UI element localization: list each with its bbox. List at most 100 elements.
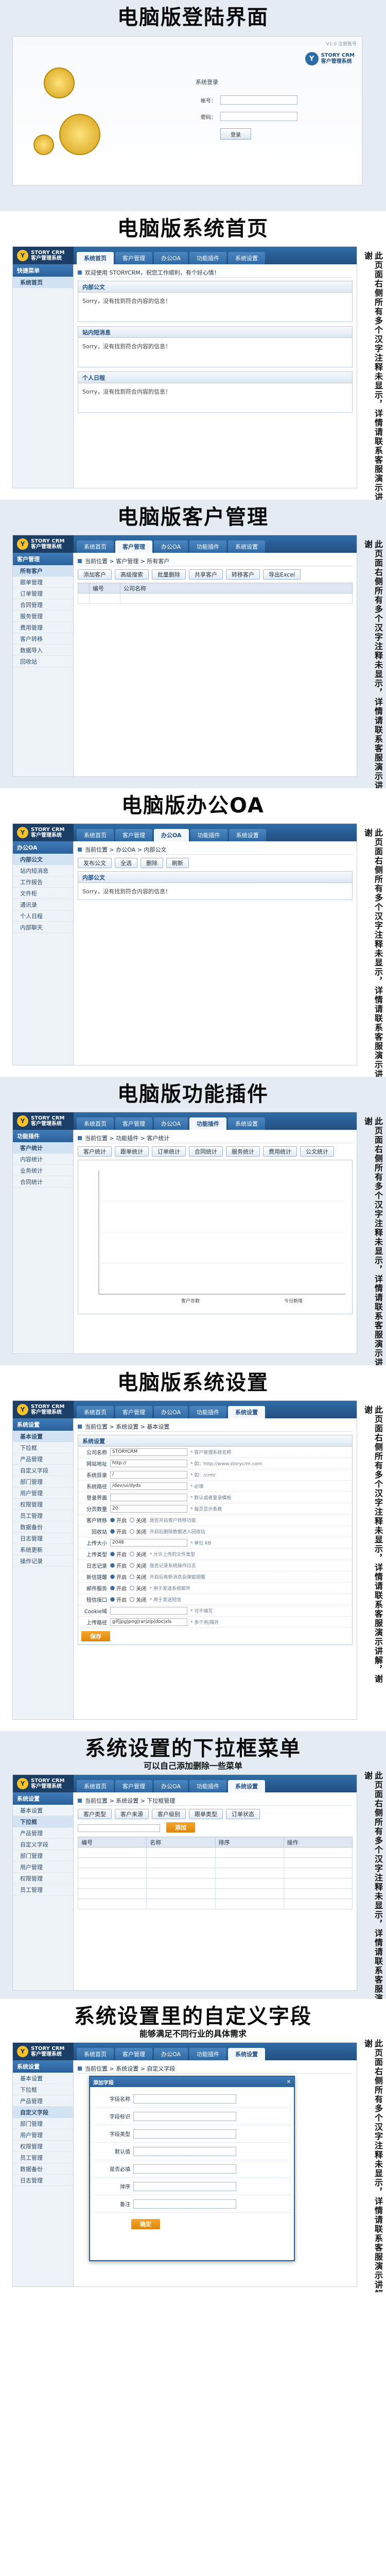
- tab-home[interactable]: 系统首页: [77, 1117, 114, 1130]
- modal-row-input[interactable]: [133, 2181, 236, 2191]
- sidebar-item-business-stats[interactable]: 业务统计: [13, 1165, 73, 1176]
- tab-settings[interactable]: 系统设置: [228, 1406, 265, 1418]
- settings-row-input[interactable]: [110, 1607, 187, 1615]
- tab-customer[interactable]: 客户管理: [115, 1117, 152, 1130]
- type-tab-customer-type[interactable]: 客户类型: [78, 1809, 112, 1819]
- tab-oa[interactable]: 办公OA: [154, 1117, 188, 1130]
- type-tab-level[interactable]: 客户级别: [152, 1809, 186, 1819]
- sidebar-item-staff[interactable]: 员工管理: [13, 1884, 73, 1895]
- tab-oa[interactable]: 办公OA: [154, 1406, 188, 1418]
- tab-settings[interactable]: 系统设置: [228, 1780, 265, 1792]
- tab-plugin[interactable]: 功能插件: [189, 2048, 226, 2060]
- sidebar-item-backup[interactable]: 数据备份: [13, 2163, 73, 2175]
- tab-home[interactable]: 系统首页: [77, 252, 114, 264]
- sidebar-item-users[interactable]: 用户管理: [13, 1861, 73, 1873]
- tab-plugin[interactable]: 功能插件: [189, 1780, 226, 1792]
- sidebar-item-docs[interactable]: 内部公文: [13, 854, 73, 865]
- settings-row-input[interactable]: gif|jpg|png|rar|zip|doc|xls: [110, 1618, 187, 1626]
- tab-oa[interactable]: 办公OA: [154, 540, 188, 553]
- dropdown-name-input[interactable]: [78, 1824, 160, 1832]
- sidebar-item-all-customers[interactable]: 所有客户: [13, 565, 73, 577]
- sidebar-item-departments[interactable]: 部门管理: [13, 1476, 73, 1487]
- radio-off[interactable]: 关闭: [130, 1516, 146, 1524]
- tab-home[interactable]: 系统首页: [77, 829, 114, 841]
- save-button[interactable]: 保存: [81, 1631, 110, 1641]
- sidebar-item-contacts[interactable]: 通讯录: [13, 899, 73, 910]
- sidebar-item-update[interactable]: 系统更新: [13, 1544, 73, 1555]
- modal-row-input[interactable]: [133, 2111, 236, 2121]
- radio-off[interactable]: 关闭: [130, 1562, 146, 1569]
- modal-row-input[interactable]: [133, 2129, 236, 2139]
- tab-oa[interactable]: 办公OA: [154, 1780, 188, 1792]
- sidebar-item-service[interactable]: 服务管理: [13, 611, 73, 622]
- transfer-customer-button[interactable]: 转移客户: [226, 569, 260, 580]
- tab-oa[interactable]: 办公OA: [154, 252, 188, 264]
- radio-on[interactable]: 开启: [110, 1573, 127, 1581]
- tab-home[interactable]: 系统首页: [77, 1780, 114, 1792]
- modal-row-input[interactable]: [133, 2146, 236, 2156]
- sidebar-item-content-stats[interactable]: 内容统计: [13, 1154, 73, 1165]
- radio-on[interactable]: 开启: [110, 1528, 127, 1535]
- tab-plugin[interactable]: 功能插件: [189, 1117, 226, 1130]
- select-all-button[interactable]: 全选: [115, 858, 137, 868]
- settings-row-input[interactable]: [110, 1494, 187, 1501]
- sidebar-item-products[interactable]: 产品管理: [13, 2095, 73, 2107]
- sidebar-item-products[interactable]: 产品管理: [13, 1453, 73, 1465]
- tab-customer[interactable]: 客户管理: [115, 252, 152, 264]
- radio-off[interactable]: 关闭: [130, 1573, 146, 1581]
- share-customer-button[interactable]: 共享客户: [189, 569, 223, 580]
- sidebar-item-reports[interactable]: 工作报告: [13, 876, 73, 888]
- tab-customer[interactable]: 客户管理: [115, 1780, 152, 1792]
- modal-confirm-button[interactable]: 确定: [131, 2219, 160, 2229]
- radio-off[interactable]: 关闭: [130, 1596, 146, 1603]
- tab-settings[interactable]: 系统设置: [228, 540, 265, 553]
- sidebar-item-contract-stats[interactable]: 合同统计: [13, 1176, 73, 1188]
- batch-delete-button[interactable]: 批量删除: [152, 569, 186, 580]
- modal-row-input[interactable]: [133, 2094, 236, 2104]
- sidebar-item-messages[interactable]: 站内短消息: [13, 865, 73, 876]
- sidebar-item-schedule[interactable]: 个人日程: [13, 910, 73, 922]
- sidebar-item-contracts[interactable]: 合同管理: [13, 599, 73, 611]
- password-input[interactable]: [220, 112, 297, 121]
- add-customer-button[interactable]: 添加客户: [78, 569, 112, 580]
- radio-off[interactable]: 关闭: [130, 1550, 146, 1558]
- sidebar-item-departments[interactable]: 部门管理: [13, 2118, 73, 2129]
- sidebar-item-custom-fields[interactable]: 自定义字段: [13, 2107, 73, 2118]
- sidebar-item-departments[interactable]: 部门管理: [13, 1850, 73, 1861]
- chart-tab-follow[interactable]: 跟单统计: [115, 1146, 149, 1157]
- sidebar-item-chat[interactable]: 内部聊天: [13, 922, 73, 933]
- settings-row-input[interactable]: /: [110, 1471, 187, 1479]
- sidebar-item-permissions[interactable]: 权限管理: [13, 2141, 73, 2152]
- tab-customer[interactable]: 客户管理: [115, 829, 152, 841]
- sidebar-item-transfer[interactable]: 客户转移: [13, 633, 73, 645]
- chart-tab-expense[interactable]: 费用统计: [263, 1146, 297, 1157]
- sidebar-item-dropdown[interactable]: 下拉框: [13, 1442, 73, 1453]
- type-tab-source[interactable]: 客户来源: [115, 1809, 149, 1819]
- username-input[interactable]: [220, 95, 297, 105]
- tab-settings[interactable]: 系统设置: [228, 252, 265, 264]
- settings-row-input[interactable]: http://: [110, 1460, 187, 1467]
- sidebar-item-import[interactable]: 数据导入: [13, 645, 73, 656]
- tab-plugin[interactable]: 功能插件: [190, 829, 227, 841]
- radio-on[interactable]: 开启: [110, 1550, 127, 1558]
- tab-settings[interactable]: 系统设置: [228, 1117, 265, 1130]
- dropdown-add-button[interactable]: 添加: [166, 1822, 195, 1833]
- modal-row-input[interactable]: [133, 2199, 236, 2209]
- publish-doc-button[interactable]: 发布公文: [78, 858, 112, 868]
- tab-settings[interactable]: 系统设置: [229, 829, 266, 841]
- settings-row-input[interactable]: 20: [110, 1505, 187, 1513]
- radio-on[interactable]: 开启: [110, 1596, 127, 1603]
- tab-customer[interactable]: 客户管理: [115, 1406, 152, 1418]
- chart-tab-order[interactable]: 订单统计: [152, 1146, 186, 1157]
- tab-home[interactable]: 系统首页: [77, 540, 114, 553]
- sidebar-item-staff[interactable]: 员工管理: [13, 2152, 73, 2163]
- refresh-button[interactable]: 刷新: [166, 858, 189, 868]
- radio-on[interactable]: 开启: [110, 1516, 127, 1524]
- sidebar-item-customer-stats[interactable]: 客户统计: [13, 1142, 73, 1154]
- sidebar-item-users[interactable]: 用户管理: [13, 1487, 73, 1499]
- export-excel-button[interactable]: 导出Excel: [263, 569, 301, 580]
- radio-on[interactable]: 开启: [110, 1562, 127, 1569]
- modal-row-input[interactable]: [133, 2164, 236, 2174]
- settings-row-input[interactable]: 2048: [110, 1539, 187, 1547]
- sidebar-item-logs[interactable]: 日志管理: [13, 1533, 73, 1544]
